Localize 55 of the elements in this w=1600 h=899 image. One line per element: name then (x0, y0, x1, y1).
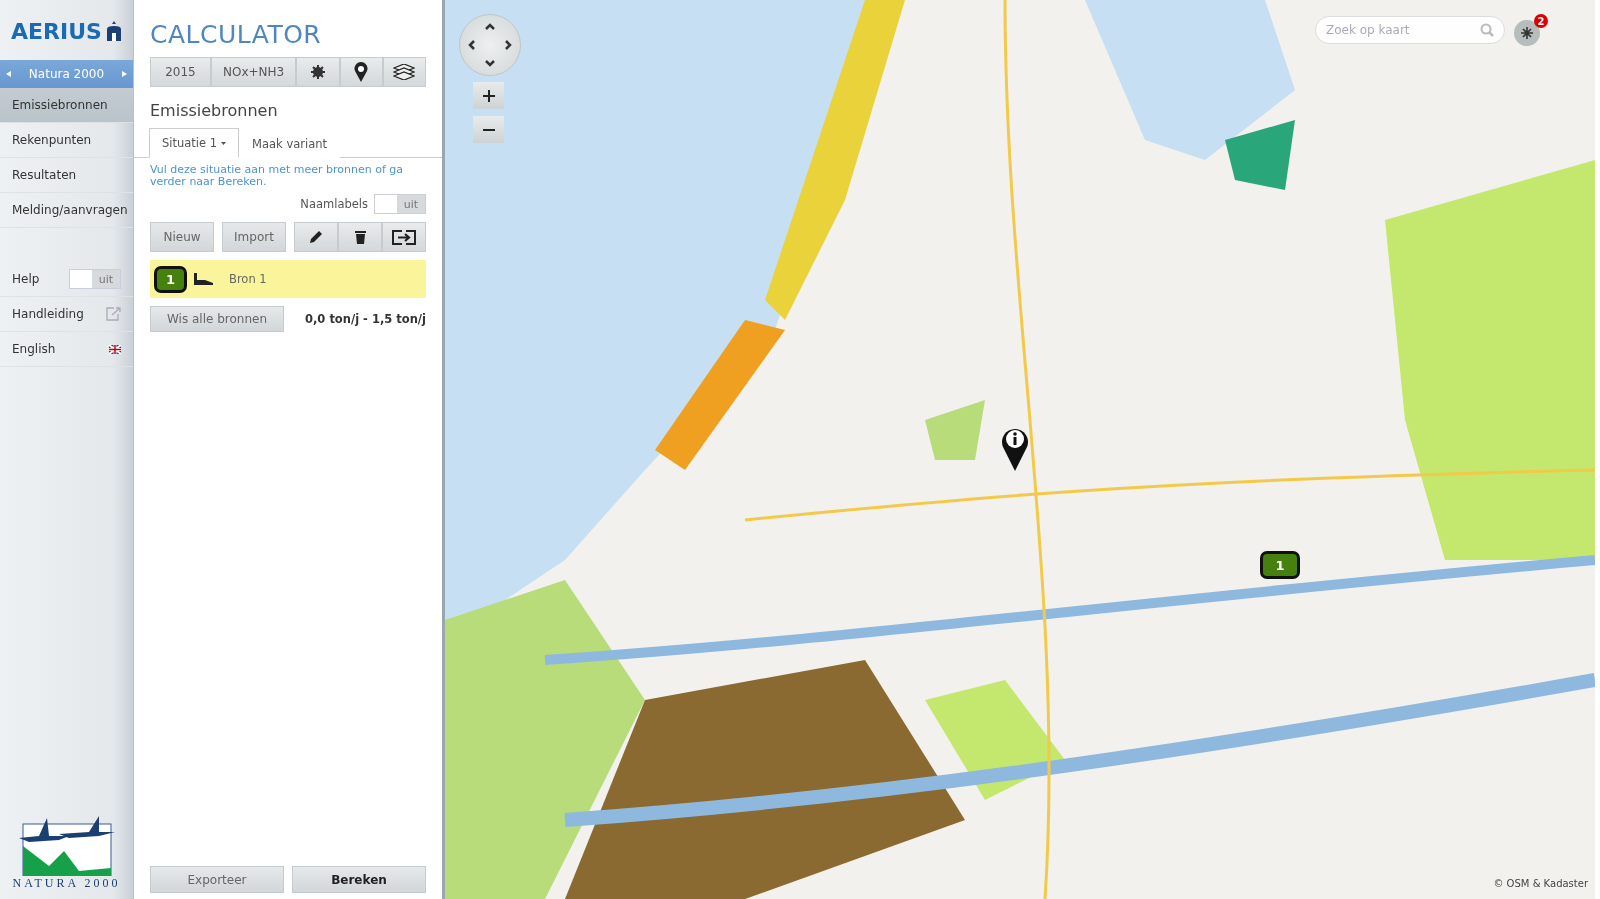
settings-button[interactable] (296, 57, 340, 87)
sidebar-link[interactable]: Handleiding (12, 307, 84, 321)
location-button[interactable] (339, 57, 383, 87)
year-button[interactable]: 2015 (150, 57, 211, 87)
plus-icon (482, 89, 495, 102)
minus-icon (482, 128, 495, 131)
birds-logo-icon (18, 816, 115, 876)
source-name: Bron 1 (229, 272, 267, 286)
export-button[interactable]: Exporteer (150, 866, 284, 893)
source-row[interactable]: 1 Bron 1 (150, 260, 426, 298)
search-icon (1480, 23, 1494, 37)
clear-button[interactable]: Wis alle bronnen (150, 306, 284, 332)
zoom-out-button[interactable] (473, 116, 504, 143)
right-arrow-icon[interactable] (122, 71, 127, 77)
boot-icon (193, 273, 215, 285)
source-number: 1 (154, 265, 187, 293)
flag-icon (109, 344, 121, 354)
hint-text: Vul deze situatie aan met meer bronnen of ga verder naar Bereken. (149, 162, 405, 188)
nav-item[interactable]: Resultaten (0, 158, 133, 193)
nav-item[interactable]: Emissiebronnen (0, 88, 133, 123)
delete-button[interactable] (338, 222, 382, 252)
name-labels-toggle[interactable]: uit (374, 194, 426, 214)
substance-button[interactable]: NOx+NH3 (210, 57, 297, 87)
nav-item[interactable]: Melding/aanvragen (0, 193, 133, 228)
map-pin-icon (354, 62, 369, 82)
caret-icon (221, 141, 227, 145)
house-icon (105, 21, 122, 41)
tab[interactable]: Situatie 1 (149, 128, 240, 158)
help-toggle[interactable]: uit (69, 269, 121, 289)
sidebar-link[interactable]: English (12, 342, 56, 356)
layers-icon (393, 64, 416, 80)
help-label: Help (12, 272, 40, 286)
section-title: Emissiebronnen (149, 100, 279, 122)
transfer-icon (392, 229, 416, 245)
action-button[interactable]: Import (222, 222, 286, 252)
trash-icon (354, 230, 366, 244)
copy-button[interactable] (382, 222, 426, 252)
settings-icon (309, 64, 326, 80)
edit-button[interactable] (294, 222, 338, 252)
calculate-button[interactable]: Bereken (292, 866, 426, 893)
source-marker[interactable]: 1 (1260, 551, 1300, 579)
emission-totals: 0,0 ton/j - 1,5 ton/j (305, 312, 426, 326)
asterisk-icon (1521, 27, 1533, 39)
action-button[interactable]: Nieuw (150, 222, 214, 252)
toggle-label: Naamlabels (300, 197, 368, 211)
zoom-in-button[interactable] (473, 82, 504, 109)
app-logo: AERIUS (11, 18, 102, 44)
logo-caption: NATURA 2000 (12, 876, 121, 891)
layers-button[interactable] (382, 57, 426, 87)
nav-item[interactable]: Rekenpunten (0, 123, 133, 158)
pencil-icon (309, 230, 323, 244)
external-link-icon (105, 307, 121, 321)
product-title: CALCULATOR (149, 19, 323, 51)
map-attribution: © OSM & Kadaster (1493, 878, 1588, 889)
left-arrow-icon[interactable] (6, 71, 11, 77)
